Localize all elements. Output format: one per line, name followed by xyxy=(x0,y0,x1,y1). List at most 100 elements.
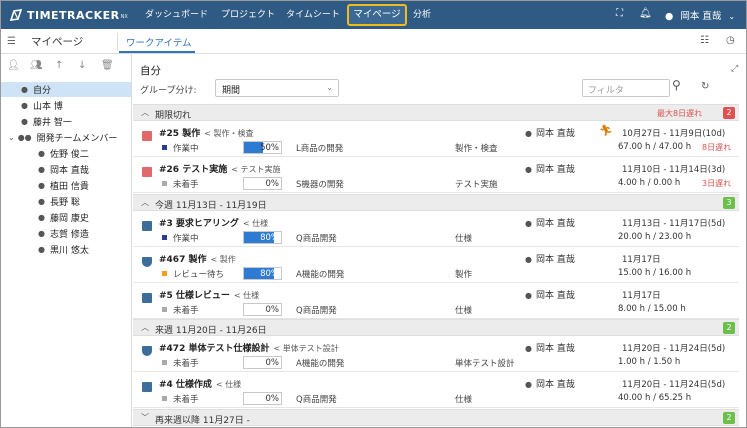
project-name[interactable]: L商品の開発 xyxy=(296,142,343,154)
group-icon: ●● xyxy=(17,133,32,142)
chevron-up-icon: ︿ xyxy=(141,198,149,207)
late-label: 8日遅れ xyxy=(702,143,732,152)
late-label: 3日遅れ xyxy=(702,179,732,188)
group-by-label: グループ分け: xyxy=(140,86,197,96)
task-icon xyxy=(142,131,152,141)
add-group-icon[interactable]: 👥︎ xyxy=(30,60,43,71)
divider xyxy=(117,33,118,50)
project-name[interactable]: Q商品開発 xyxy=(296,393,337,405)
hours: 4.00 h / 0.00 h xyxy=(618,178,681,188)
progress-bar: 0% xyxy=(243,177,282,190)
user-avatar-icon: ● xyxy=(665,11,674,22)
move-up-icon[interactable]: ↑ xyxy=(55,60,63,71)
tree-item-label: 開発チームメンバー xyxy=(36,134,118,144)
nav-projects[interactable]: プロジェクト xyxy=(221,7,275,20)
group-count-badge: 3 xyxy=(723,197,735,209)
add-user-icon[interactable]: 👤︎ xyxy=(7,60,20,71)
workitem-row[interactable]: #3 要求ヒアリング < 仕様 作業中 80% Q商品開発 仕様 ● 岡本 直哉 1… xyxy=(133,212,739,247)
logo-text: TIMETRACKER xyxy=(27,8,120,22)
assignee: ● 岡本 直哉 xyxy=(525,380,575,390)
group-late-label: 最大8日遅れ xyxy=(657,109,703,118)
group-header-this-week[interactable]: ︿ 今週 11月13日 - 11月19日 3 xyxy=(133,194,739,211)
project-name[interactable]: Q商品開発 xyxy=(296,304,337,316)
user-menu[interactable]: ● 岡本 直哉 ⌄ xyxy=(665,8,735,22)
tree-item-label: 山本 博 xyxy=(32,102,63,112)
tree-item-member[interactable]: ● 長野 聡 xyxy=(38,194,80,209)
workitem-row[interactable]: #25 製作 < 製作・検査 作業中 50% L商品の開発 製作・検査 ● 岡本 直… xyxy=(133,122,739,157)
group-by-select[interactable]: 期間 ⌄ xyxy=(215,79,339,97)
project-name[interactable]: S機器の開発 xyxy=(296,178,344,190)
project-name[interactable]: A機能の開発 xyxy=(296,268,344,280)
workitem-name: #25 製作 < 製作・検査 xyxy=(159,129,254,139)
tree-item-label: 藤井 智一 xyxy=(32,118,72,128)
tree-item-member[interactable]: ● 志賀 修造 xyxy=(38,226,89,241)
sub-header: ☰ マイページ ワークアイテム ☷ ◷ xyxy=(1,29,746,54)
project-name[interactable]: A機能の開発 xyxy=(296,357,344,369)
clock-icon[interactable]: ◷ xyxy=(726,35,735,46)
expand-icon[interactable]: ⤢ xyxy=(731,64,738,74)
tree-item-member[interactable]: ● 藤井 智一 xyxy=(21,114,72,129)
status-text: 作業中 xyxy=(173,234,199,244)
group-header-next-week[interactable]: ︿ 来週 11月20日 - 11月26日 2 xyxy=(133,319,739,336)
fullscreen-icon[interactable]: ⛶ xyxy=(616,8,623,19)
bell-icon[interactable]: 🔔︎ xyxy=(639,8,652,19)
hours: 15.00 h / 16.00 h xyxy=(618,268,692,278)
assignee: ● 岡本 直哉 xyxy=(525,165,575,175)
hours: 8.00 h / 15.00 h xyxy=(618,304,686,314)
group-title: 来週 11月20日 - 11月26日 xyxy=(155,326,267,336)
hamburger-icon[interactable]: ☰ xyxy=(7,36,16,47)
tree-item-label: 植田 信貴 xyxy=(49,182,89,192)
tree-item-member[interactable]: ● 山本 博 xyxy=(21,98,63,113)
nav-mypage[interactable]: マイページ xyxy=(347,4,407,26)
logo-sub: NX xyxy=(120,14,128,20)
move-down-icon[interactable]: ↓ xyxy=(78,60,86,71)
task-icon xyxy=(142,293,152,303)
user-name: 岡本 直哉 xyxy=(680,11,722,22)
workitem-row[interactable]: #4 仕様作成 < 仕様 未着手 0% Q商品開発 仕様 ● 岡本 直哉 11月20… xyxy=(133,373,739,408)
assignee: ● 岡本 直哉 xyxy=(525,344,575,354)
refresh-icon[interactable]: ↻ xyxy=(701,81,709,92)
person-icon: ● xyxy=(38,165,45,174)
status-indicator xyxy=(162,271,167,276)
tree-item-member[interactable]: ● 岡本 直哉 xyxy=(38,162,89,177)
app-logo[interactable]: TIMETRACKER NX xyxy=(9,7,128,23)
project-name[interactable]: Q商品開発 xyxy=(296,232,337,244)
category-name: テスト実施 xyxy=(455,180,498,190)
workitem-row[interactable]: #26 テスト実施 < テスト実施 未着手 0% S機器の開発 テスト実施 ● 岡本… xyxy=(133,158,739,193)
workitem-row[interactable]: #5 仕様レビュー < 仕様 未着手 0% Q商品開発 仕様 ● 岡本 直哉 11月… xyxy=(133,284,739,319)
group-by-value: 期間 xyxy=(222,86,241,96)
hours: 40.00 h / 65.25 h xyxy=(618,393,692,403)
search-icon[interactable]: ⚲ xyxy=(672,78,681,92)
tree-item-team[interactable]: ⌄ ●● 開発チームメンバー xyxy=(8,130,117,145)
person-icon: ● xyxy=(21,85,28,94)
filter-input[interactable]: フィルタ xyxy=(582,79,670,97)
tree-item-member[interactable]: ● 藤岡 康史 xyxy=(38,210,89,225)
nav-timesheet[interactable]: タイムシート xyxy=(286,7,340,20)
workitem-row[interactable]: #472 単体テスト仕様設計 < 単体テスト設計 未着手 0% A機能の開発 単体… xyxy=(133,337,739,372)
tree-item-member[interactable]: ● 植田 信貴 xyxy=(38,178,89,193)
date-range: 10月27日 - 11月9日(10d) xyxy=(622,129,726,139)
tree-item-label: 佐野 俊二 xyxy=(49,150,89,160)
app-window: TIMETRACKER NX ダッシュボード プロジェクト タイムシート マイペ… xyxy=(0,0,747,428)
tree-item-member[interactable]: ● 黒川 悠太 xyxy=(38,242,89,257)
category-name: 仕様 xyxy=(455,395,473,405)
delete-icon[interactable]: 🗑︎ xyxy=(101,60,114,71)
workitem-row[interactable]: #467 製作 < 製作 レビュー待ち 80% A機能の開発 製作 ● 岡本 直哉 … xyxy=(133,248,739,283)
assignee: ● 岡本 直哉 xyxy=(525,129,575,139)
shield-icon xyxy=(142,346,152,356)
tree-item-member[interactable]: ● 佐野 俊二 xyxy=(38,146,89,161)
nav-analysis[interactable]: 分析 xyxy=(413,7,431,20)
chevron-down-icon[interactable]: ⌄ xyxy=(8,133,15,142)
nav-dashboard[interactable]: ダッシュボード xyxy=(145,7,208,20)
status-indicator xyxy=(162,181,167,186)
tab-workitems[interactable]: ワークアイテム xyxy=(126,35,192,49)
person-icon: ● xyxy=(38,213,45,222)
status-text: 作業中 xyxy=(173,144,199,154)
person-icon: ● xyxy=(38,229,45,238)
tree-item-self[interactable]: ● 自分 xyxy=(1,82,131,97)
list-view-icon[interactable]: ☷ xyxy=(700,35,709,46)
status-indicator xyxy=(162,307,167,312)
group-header-overdue[interactable]: ︿ 期限切れ 最大8日遅れ 2 xyxy=(133,104,739,121)
group-count-badge: 2 xyxy=(723,107,735,119)
group-header-later[interactable]: ﹀ 再来週以降 11月27日 - 2 xyxy=(133,409,739,426)
